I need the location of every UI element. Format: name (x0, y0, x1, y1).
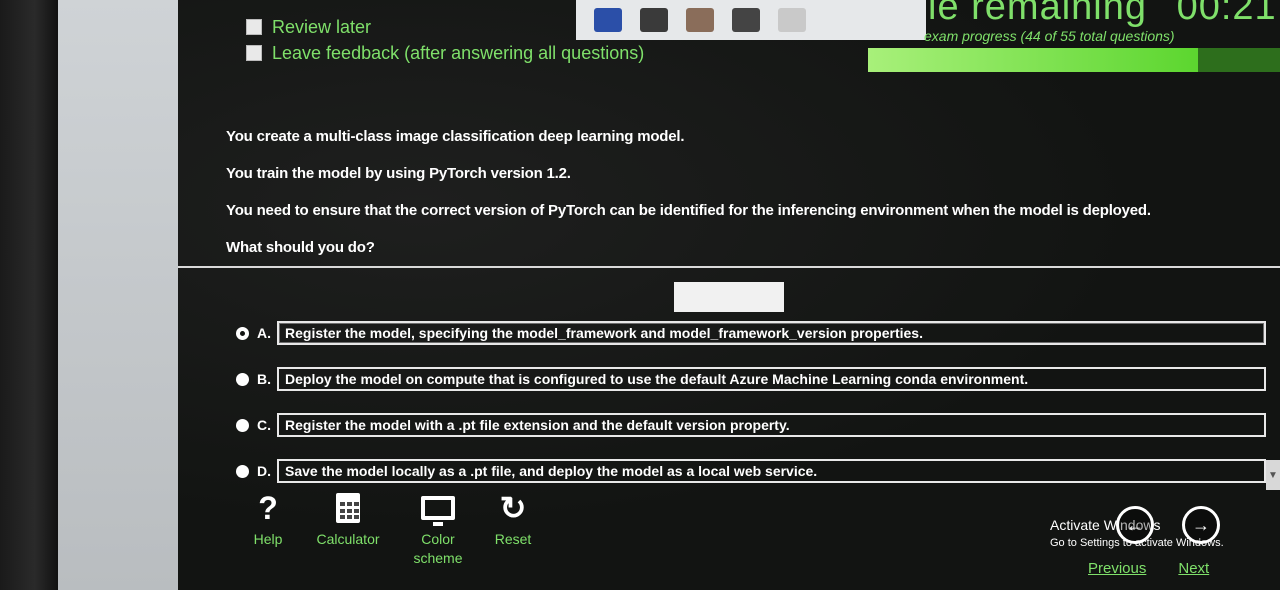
webcam-icon (686, 8, 714, 32)
color-scheme-button[interactable]: Color scheme (398, 486, 478, 568)
help-button[interactable]: ? Help (238, 486, 298, 568)
reset-label: Reset (494, 531, 532, 547)
reset-icon: ↻ (499, 490, 527, 526)
previous-arrow-icon[interactable]: ← (1116, 506, 1154, 544)
calculator-icon (336, 486, 360, 530)
option-c[interactable]: C. Register the model with a .pt file ex… (236, 402, 1266, 448)
option-letter: C. (257, 417, 271, 433)
question-line-1: You create a multi-class image classific… (226, 128, 685, 145)
scroll-down-tab[interactable]: ▼ (1266, 460, 1280, 490)
question-prompt: What should you do? (226, 239, 375, 256)
question-text: You create a multi-class image classific… (226, 128, 1266, 276)
nav-circles: ← → (1116, 506, 1220, 544)
option-text[interactable]: Register the model with a .pt file exten… (277, 413, 1266, 437)
option-letter: A. (257, 325, 271, 341)
checkbox-icon[interactable] (246, 45, 262, 61)
reset-button[interactable]: ↻ Reset (478, 486, 548, 568)
previous-button[interactable]: Previous (1088, 560, 1146, 577)
chevron-down-icon: ▼ (1268, 469, 1278, 481)
help-label: Help (253, 531, 283, 547)
divider (178, 266, 1280, 268)
question-line-2: You train the model by using PyTorch ver… (226, 165, 571, 182)
next-button[interactable]: Next (1178, 560, 1209, 577)
question-mark-icon: ? (258, 489, 278, 526)
exam-progress-text: exam progress (44 of 55 total questions) (924, 28, 1175, 44)
exam-progress-fill (868, 48, 1198, 72)
exam-progress-bar (868, 48, 1280, 72)
radio-option-d[interactable] (236, 464, 249, 478)
option-text[interactable]: Save the model locally as a .pt file, an… (277, 459, 1266, 483)
app-icon[interactable] (594, 8, 622, 32)
calculator-button[interactable]: Calculator (298, 486, 398, 568)
answer-options: A. Register the model, specifying the mo… (236, 310, 1266, 494)
notes-icon[interactable] (732, 8, 760, 32)
exam-screen: Review later Leave feedback (after answe… (178, 0, 1280, 590)
next-arrow-icon[interactable]: → (1182, 506, 1220, 544)
nav-labels: Previous Next (1088, 560, 1209, 577)
question-line-3: You need to ensure that the correct vers… (226, 202, 1151, 219)
option-text[interactable]: Register the model, specifying the model… (277, 321, 1266, 345)
option-b[interactable]: B. Deploy the model on compute that is c… (236, 356, 1266, 402)
option-letter: D. (257, 463, 271, 479)
option-letter: B. (257, 371, 271, 387)
color-scheme-line-2: scheme (413, 550, 463, 566)
radio-option-c[interactable] (236, 418, 249, 432)
radio-option-a[interactable] (236, 326, 249, 340)
review-later-label: Review later (272, 16, 372, 37)
monitor-bezel (0, 0, 58, 590)
checkbox-icon[interactable] (246, 19, 262, 35)
option-a[interactable]: A. Register the model, specifying the mo… (236, 310, 1266, 356)
option-text[interactable]: Deploy the model on compute that is conf… (277, 367, 1266, 391)
bottom-toolbar: ? Help Calculator Color scheme ↻ Reset (238, 486, 548, 568)
taskbar-overlay (576, 0, 926, 40)
left-grey-panel (58, 0, 178, 590)
calculator-label: Calculator (316, 531, 380, 547)
radio-option-b[interactable] (236, 372, 249, 386)
time-remaining: ie remaining 00:21:5 (928, 0, 1280, 29)
leave-feedback-label: Leave feedback (after answering all ques… (272, 42, 645, 63)
color-scheme-label: Color scheme (413, 530, 462, 568)
window-icon[interactable] (778, 8, 806, 32)
media-icon[interactable] (640, 8, 668, 32)
color-scheme-line-1: Color (421, 531, 455, 547)
white-tab (674, 282, 784, 312)
monitor-icon (421, 486, 455, 530)
time-remaining-value: 00:21:5 (1176, 0, 1280, 28)
time-remaining-label: ie remaining (928, 0, 1147, 28)
leave-feedback-checkbox[interactable]: Leave feedback (after answering all ques… (246, 40, 644, 66)
